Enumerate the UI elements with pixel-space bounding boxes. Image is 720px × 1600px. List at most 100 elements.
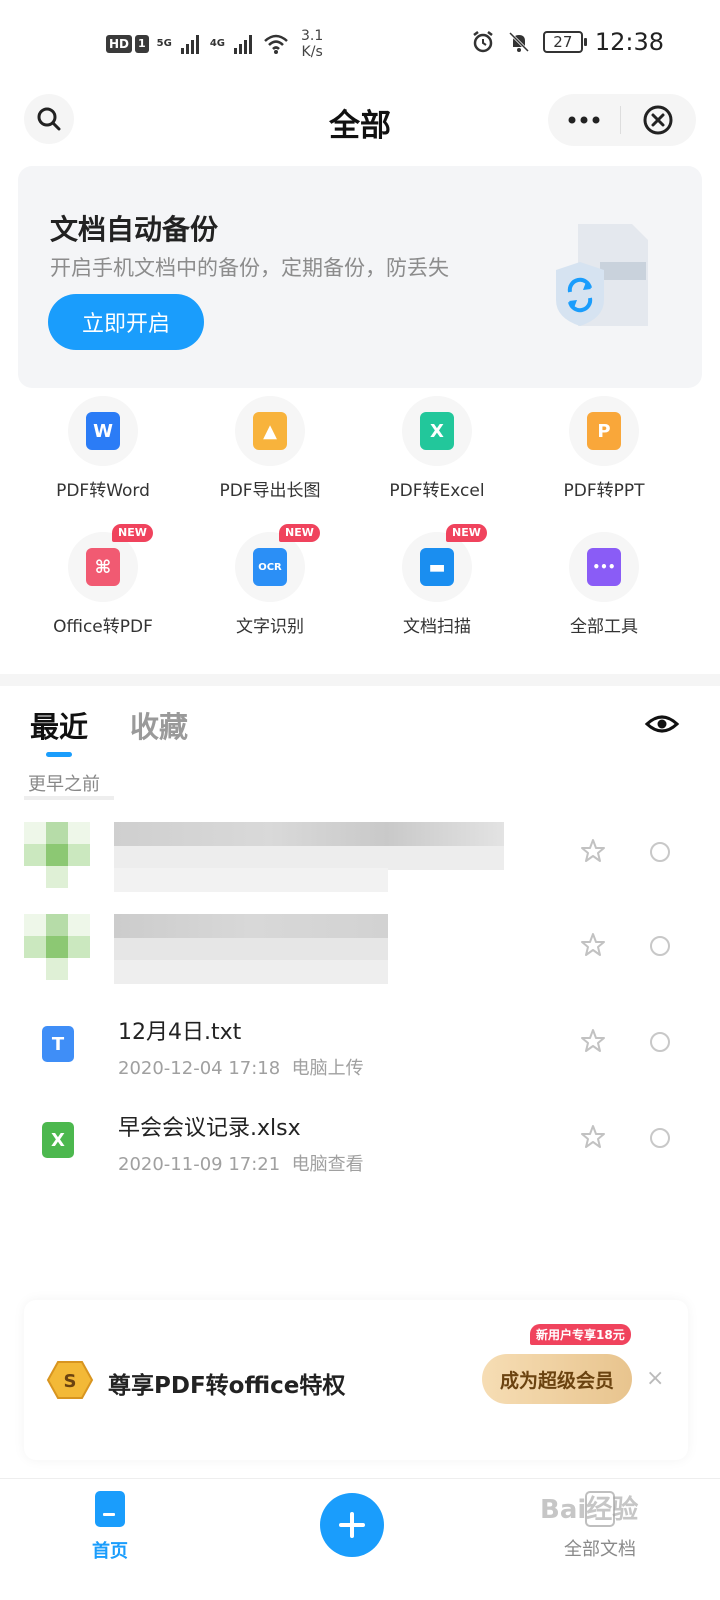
txt-icon: T <box>42 1026 74 1062</box>
more-icon <box>568 116 600 124</box>
list-item[interactable]: T 12月4日.txt 2020-12-04 17:18 电脑上传 <box>0 1014 720 1106</box>
star-icon[interactable] <box>580 838 606 864</box>
status-left: HD 1 5G 4G 3.1 K/s <box>106 28 323 60</box>
nav-home[interactable]: 首页 <box>80 1491 140 1563</box>
network-5g-label: 5G <box>156 38 172 49</box>
speed-value: 3.1 <box>301 28 324 44</box>
vip-promo-card[interactable]: S 尊享PDF转office特权 成为超级会员 新用户专享18元 × <box>24 1300 688 1460</box>
tool-label: 文档扫描 <box>403 617 471 637</box>
speed-unit: K/s <box>301 44 323 60</box>
star-icon[interactable] <box>580 1028 606 1054</box>
list-item[interactable] <box>0 822 720 914</box>
select-radio[interactable] <box>650 1128 670 1148</box>
select-radio[interactable] <box>650 936 670 956</box>
scan-icon: ▬ <box>420 548 454 586</box>
file-meta: 2020-12-04 17:18 电脑上传 <box>118 1054 364 1080</box>
file-meta: 2020-11-09 17:21 电脑查看 <box>118 1150 364 1176</box>
more-button[interactable] <box>548 94 620 146</box>
mute-bell-icon <box>508 31 529 53</box>
ocr-icon: OCR <box>253 548 287 586</box>
all-tools-icon: ••• <box>587 548 621 586</box>
tool-icon-wrap: ▬ NEW <box>402 524 487 602</box>
hd-badge: HD 1 <box>106 35 149 53</box>
tab-favorites[interactable]: 收藏 <box>130 704 188 746</box>
tool-label: PDF转Excel <box>389 481 485 501</box>
status-right: 27 12:38 <box>471 28 664 56</box>
tool-pdf-to-ppt[interactable]: P PDF转PPT <box>519 396 689 501</box>
nav-home-label: 首页 <box>92 1541 128 1562</box>
tool-label: PDF导出长图 <box>219 481 321 501</box>
home-doc-icon <box>95 1491 125 1527</box>
recent-tabs: 最近 收藏 <box>0 700 720 770</box>
svg-text:S: S <box>64 1371 77 1392</box>
active-tab-indicator <box>46 752 72 757</box>
file-source: 电脑查看 <box>291 1154 364 1175</box>
enable-backup-button[interactable]: 立即开启 <box>48 294 204 350</box>
close-button[interactable] <box>621 94 695 146</box>
signal-icon <box>234 35 253 54</box>
blurred-file-name <box>114 914 388 938</box>
tab-recent[interactable]: 最近 <box>30 704 88 746</box>
tool-label: 文字识别 <box>236 617 304 637</box>
promo-close-icon[interactable]: × <box>646 1366 664 1391</box>
tool-office-to-pdf[interactable]: ⌘ NEW Office转PDF <box>18 524 188 637</box>
xlsx-icon: X <box>42 1122 74 1158</box>
word-icon: W <box>86 412 120 450</box>
hd-label: HD <box>106 35 133 53</box>
new-badge: NEW <box>112 524 153 542</box>
nav-all-docs-label: 全部文档 <box>564 1539 636 1560</box>
backup-banner: 文档自动备份 开启手机文档中的备份，定期备份，防丢失 立即开启 <box>18 166 702 388</box>
tool-label: Office转PDF <box>53 617 153 637</box>
blurred-file-meta <box>114 960 388 984</box>
battery-indicator: 27 <box>542 31 587 53</box>
tool-icon-wrap: W <box>68 396 138 466</box>
plus-icon <box>339 1512 365 1538</box>
star-icon[interactable] <box>580 932 606 958</box>
tool-all-tools[interactable]: ••• 全部工具 <box>519 532 689 637</box>
file-date: 2020-12-04 17:18 <box>118 1058 281 1079</box>
tool-doc-scan[interactable]: ▬ NEW 文档扫描 <box>352 524 522 637</box>
banner-title: 文档自动备份 <box>50 213 219 246</box>
baidu-watermark: Bai经验 <box>540 1495 639 1525</box>
new-badge: NEW <box>279 524 320 542</box>
close-circle-icon <box>643 105 673 135</box>
excel-icon: X <box>420 412 454 450</box>
tool-label: PDF转Word <box>56 481 150 501</box>
tool-pdf-to-excel[interactable]: X PDF转Excel <box>352 396 522 501</box>
select-radio[interactable] <box>650 1032 670 1052</box>
star-icon[interactable] <box>580 1124 606 1150</box>
tool-icon-wrap: ••• <box>569 532 639 602</box>
blurred-thumbnail <box>24 822 90 888</box>
blurred-file-name <box>114 846 504 870</box>
tool-icon-wrap: ⌘ NEW <box>68 524 153 602</box>
network-speed: 3.1 K/s <box>301 28 323 60</box>
new-badge: NEW <box>446 524 487 542</box>
blurred-file-name <box>114 822 504 846</box>
status-bar: HD 1 5G 4G 3.1 K/s 27 12:38 <box>0 0 720 90</box>
clock: 12:38 <box>594 28 664 56</box>
file-name: 12月4日.txt <box>118 1020 242 1045</box>
tool-ocr[interactable]: OCR NEW 文字识别 <box>185 524 355 637</box>
tool-icon-wrap: X <box>402 396 472 466</box>
banner-subtitle: 开启手机文档中的备份，定期备份，防丢失 <box>50 256 449 280</box>
tool-icon-wrap: ▲ <box>235 396 305 466</box>
tool-pdf-long-image[interactable]: ▲ PDF导出长图 <box>185 396 355 501</box>
image-icon: ▲ <box>253 412 287 450</box>
pdf-icon: ⌘ <box>86 548 120 586</box>
tool-pdf-to-word[interactable]: W PDF转Word <box>18 396 188 501</box>
vip-s-icon: S <box>46 1361 94 1399</box>
tool-label: PDF转PPT <box>563 481 645 501</box>
backup-illustration-icon <box>556 224 648 326</box>
tool-icon-wrap: OCR NEW <box>235 524 320 602</box>
eye-icon[interactable] <box>644 706 680 742</box>
list-item[interactable]: X 早会会议记录.xlsx 2020-11-09 17:21 电脑查看 <box>0 1110 720 1202</box>
header: 全部 <box>0 90 720 150</box>
list-item[interactable] <box>0 914 720 1006</box>
tools-grid: W PDF转Word ▲ PDF导出长图 X PDF转Excel P PDF转P… <box>0 396 720 656</box>
select-radio[interactable] <box>650 842 670 862</box>
section-label: 更早之前 <box>28 774 100 795</box>
alarm-icon <box>473 31 493 53</box>
become-vip-button[interactable]: 成为超级会员 <box>482 1354 632 1404</box>
add-button[interactable] <box>320 1493 384 1557</box>
tool-icon-wrap: P <box>569 396 639 466</box>
